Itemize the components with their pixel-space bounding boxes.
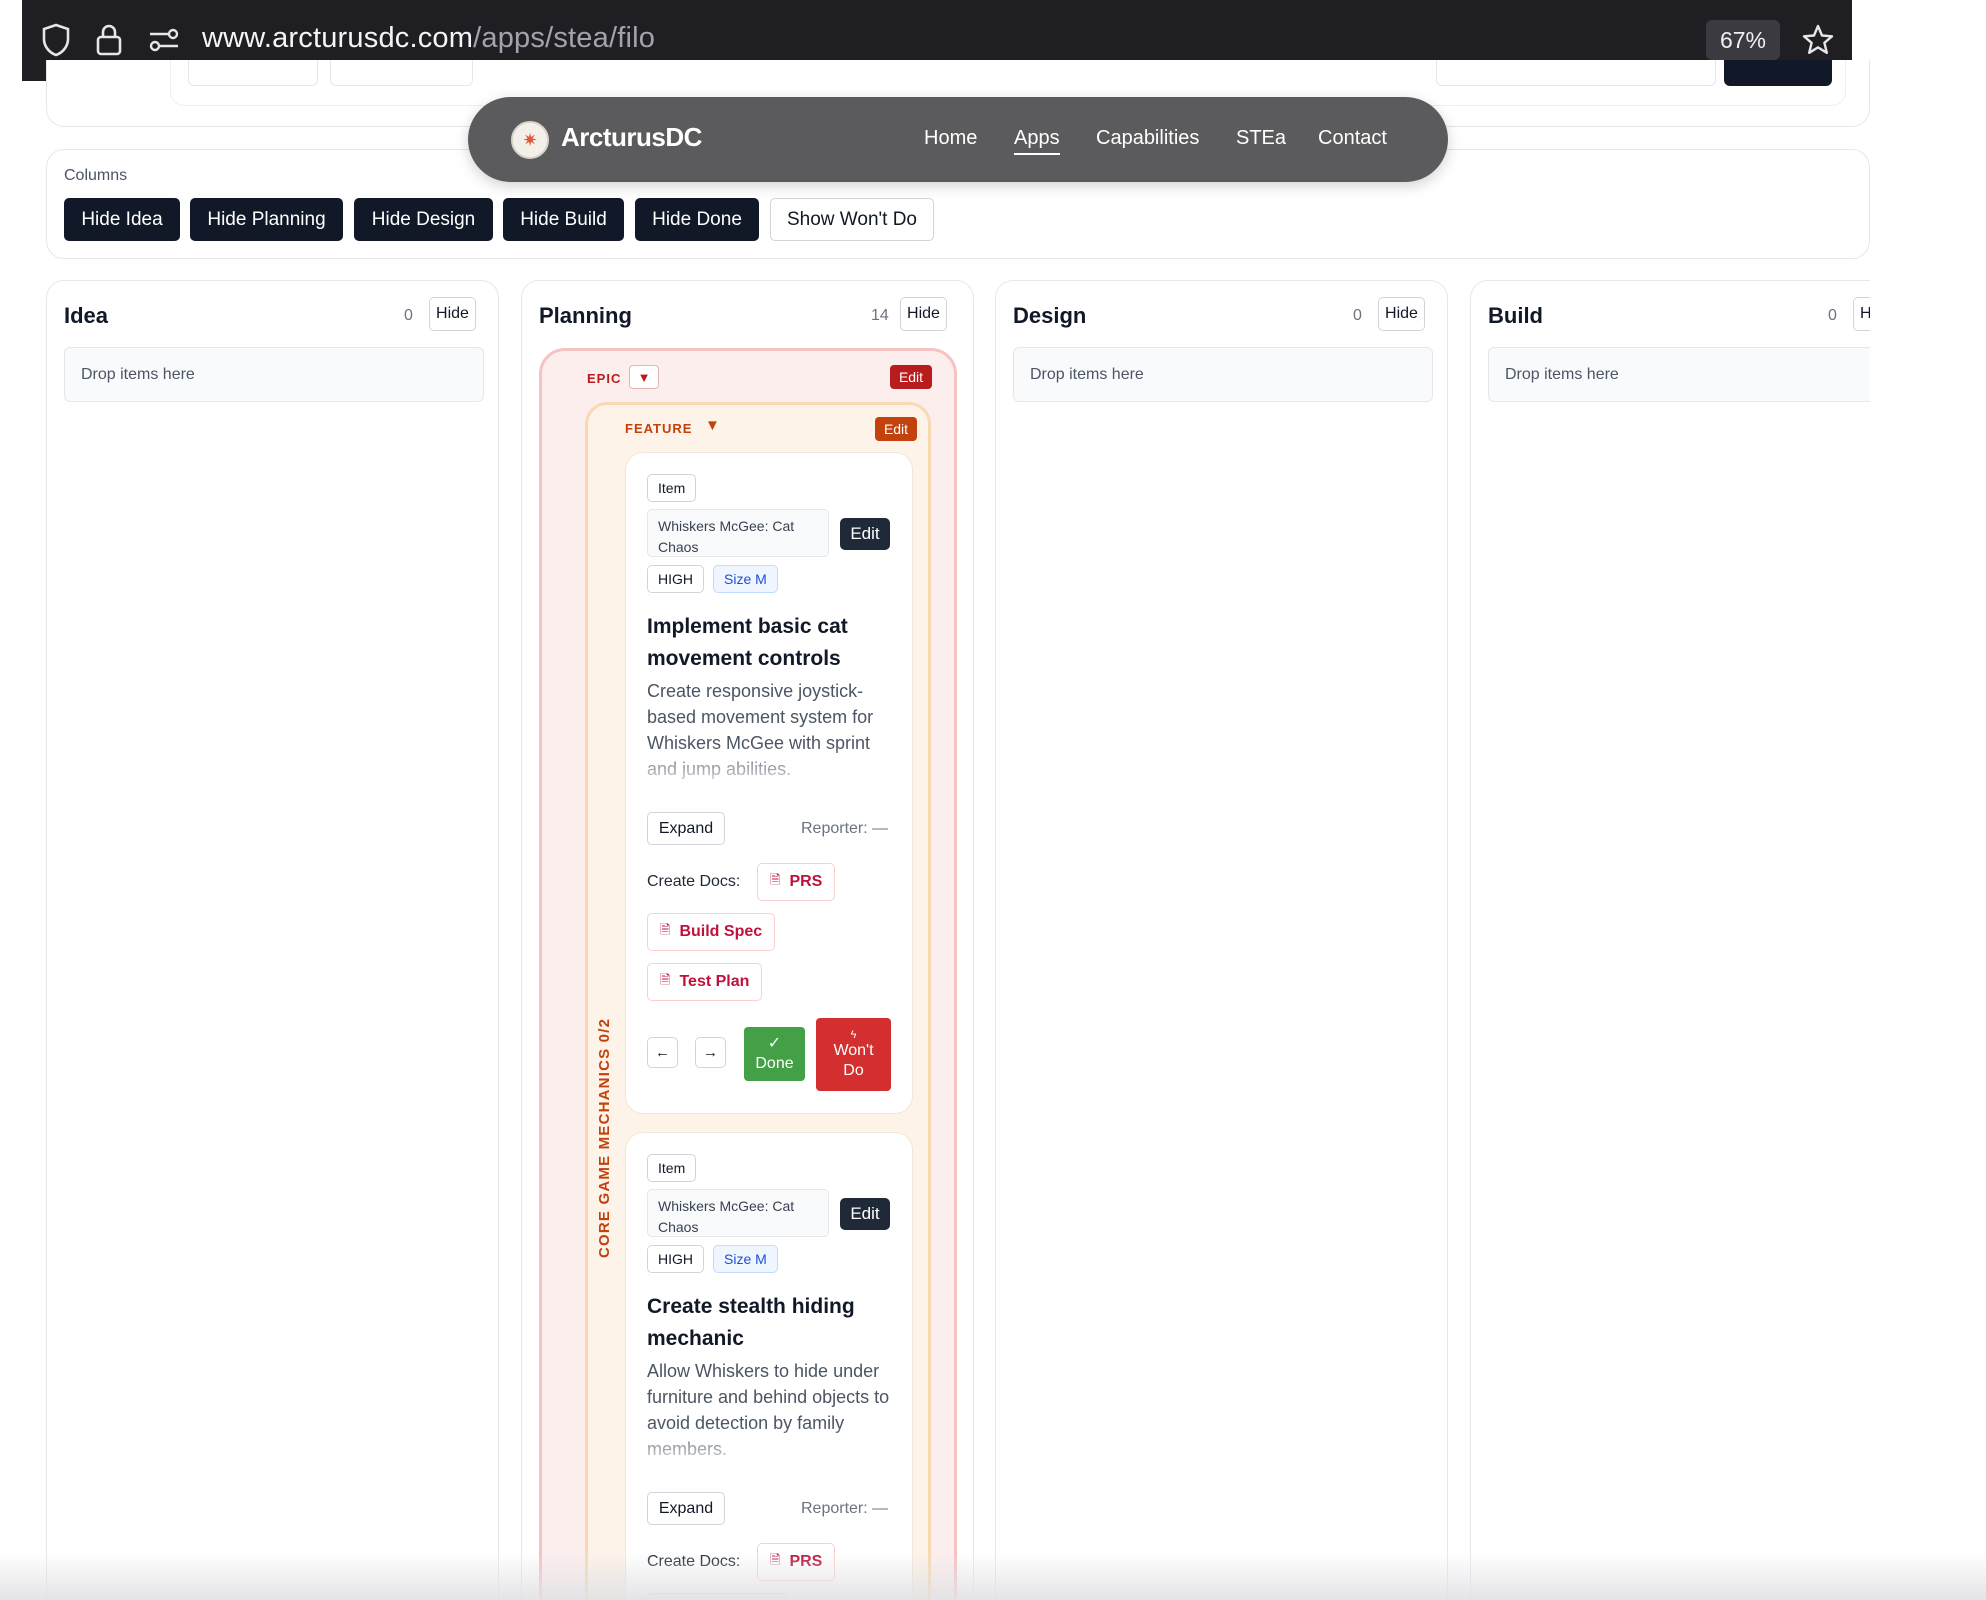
column-title: Planning: [539, 303, 632, 328]
wont-do-icon: ϟ: [850, 1028, 857, 1041]
doc-button-label: PRS: [789, 873, 823, 890]
search-field[interactable]: [1436, 60, 1716, 86]
page-settings-icon[interactable]: [144, 20, 184, 60]
create-prs-button[interactable]: 🗎 PRS: [757, 1543, 836, 1581]
expand-button[interactable]: Expand: [647, 812, 725, 845]
doc-button-label: PRS: [789, 1553, 823, 1570]
bookmark-star-icon[interactable]: [1798, 20, 1838, 60]
feature-label: FEATURE: [625, 421, 693, 436]
item-description: Allow Whiskers to hide under furniture a…: [647, 1361, 890, 1459]
column-hide-button[interactable]: Hide: [900, 297, 947, 331]
nav-capabilities-link[interactable]: Capabilities: [1096, 127, 1199, 150]
project-badge: Whiskers McGee: Cat Chaos: [647, 1189, 829, 1237]
lock-icon[interactable]: [89, 20, 129, 60]
create-docs-label: Create Docs:: [647, 873, 741, 890]
feature-collapse-toggle[interactable]: ▼: [705, 417, 720, 434]
brand-name[interactable]: ArcturusDC: [561, 122, 702, 153]
dropzone[interactable]: Drop items here: [64, 347, 484, 402]
item-edit-button[interactable]: Edit: [840, 518, 890, 550]
create-build-spec-button[interactable]: 🗎 Build Spec: [647, 913, 776, 951]
shield-icon[interactable]: [36, 20, 76, 60]
column-count: 0: [404, 307, 413, 324]
url-path: /apps/stea/filo: [473, 22, 656, 54]
column-build: Build 0 Hide Drop items here: [1470, 280, 1870, 1600]
site-navigation: ✷ ArcturusDC Home Apps Capabilities STEa…: [468, 97, 1448, 182]
filter-field[interactable]: [188, 60, 318, 86]
check-icon: ✓: [767, 1035, 782, 1052]
doc-button-label: Test Plan: [679, 973, 750, 990]
wont-do-label: Won't: [833, 1041, 874, 1059]
priority-badge: HIGH: [647, 565, 704, 593]
feature-name: CORE GAME MECHANICS 0/2: [596, 1017, 613, 1258]
item-card[interactable]: Item Whiskers McGee: Cat Chaos Edit HIGH…: [625, 452, 913, 1114]
create-prs-button[interactable]: 🗎 PRS: [757, 863, 836, 901]
column-count: 14: [871, 307, 889, 324]
move-right-button[interactable]: →: [695, 1037, 726, 1068]
column-idea: Idea 0 Hide Drop items here: [46, 280, 499, 1600]
create-doc-button[interactable]: [647, 1593, 787, 1600]
column-hide-button[interactable]: Hide: [429, 297, 476, 331]
item-title: Create stealth hiding mechanic: [647, 1295, 855, 1350]
feature-edit-button[interactable]: Edit: [875, 417, 917, 441]
address-bar[interactable]: www.arcturusdc.com/apps/stea/filo: [202, 22, 655, 55]
size-badge: Size M: [713, 565, 778, 593]
column-design: Design 0 Hide Drop items here: [995, 280, 1448, 1600]
doc-button-label: Build Spec: [679, 923, 763, 940]
size-badge: Size M: [713, 1245, 778, 1273]
hide-done-button[interactable]: Hide Done: [635, 198, 759, 241]
nav-home-link[interactable]: Home: [924, 127, 977, 150]
hide-idea-button[interactable]: Hide Idea: [64, 198, 180, 241]
item-card[interactable]: Item Whiskers McGee: Cat Chaos Edit HIGH…: [625, 1132, 913, 1600]
document-icon: 🗎: [770, 872, 781, 887]
nav-contact-link[interactable]: Contact: [1318, 127, 1387, 150]
dropzone[interactable]: Drop items here: [1013, 347, 1433, 402]
filter-apply-button[interactable]: [1724, 60, 1832, 86]
column-hide-button[interactable]: Hide: [1378, 297, 1425, 331]
hide-design-button[interactable]: Hide Design: [354, 198, 493, 241]
item-type-badge: Item: [647, 474, 697, 502]
hide-build-button[interactable]: Hide Build: [503, 198, 624, 241]
column-title: Idea: [64, 303, 109, 328]
mark-done-button[interactable]: ✓ Done: [744, 1027, 805, 1081]
zoom-level-button[interactable]: 67%: [1706, 20, 1780, 60]
epic-collapse-toggle[interactable]: ▼: [629, 365, 659, 389]
item-title: Implement basic cat movement controls: [647, 615, 848, 670]
document-icon: 🗎: [660, 922, 671, 937]
dropzone[interactable]: Drop items here: [1488, 347, 1870, 402]
reporter-label: Reporter: —: [801, 1500, 889, 1517]
column-title: Design: [1013, 303, 1087, 328]
priority-badge: HIGH: [647, 1245, 704, 1273]
filter-field[interactable]: [330, 60, 473, 86]
column-hide-button[interactable]: Hide: [1853, 297, 1870, 331]
expand-button[interactable]: Expand: [647, 1492, 725, 1525]
wont-do-button[interactable]: ϟ Won't Do: [816, 1018, 891, 1091]
move-left-button[interactable]: ←: [647, 1037, 678, 1068]
columns-label: Columns: [64, 167, 128, 184]
epic-label: EPIC: [587, 371, 622, 386]
column-count: 0: [1353, 307, 1362, 324]
item-description: Create responsive joystick-based movemen…: [647, 681, 874, 779]
document-icon: 🗎: [660, 972, 671, 987]
nav-apps-link[interactable]: Apps: [1014, 127, 1060, 155]
nav-stea-link[interactable]: STEa: [1236, 127, 1286, 150]
brand-logo-icon[interactable]: ✷: [511, 121, 549, 159]
create-docs-label: Create Docs:: [647, 1553, 741, 1570]
create-test-plan-button[interactable]: 🗎 Test Plan: [647, 963, 763, 1001]
done-label: Done: [755, 1055, 794, 1072]
column-count: 0: [1828, 307, 1837, 324]
reporter-label: Reporter: —: [801, 820, 889, 837]
wont-do-label: Do: [843, 1061, 864, 1079]
column-title: Build: [1488, 303, 1543, 328]
url-host: www.arcturusdc.com: [202, 22, 474, 54]
item-edit-button[interactable]: Edit: [840, 1198, 890, 1230]
item-type-badge: Item: [647, 1154, 697, 1182]
epic-edit-button[interactable]: Edit: [890, 365, 932, 389]
project-badge: Whiskers McGee: Cat Chaos: [647, 509, 829, 557]
show-wont-do-button[interactable]: Show Won't Do: [770, 198, 934, 241]
document-icon: 🗎: [770, 1552, 781, 1567]
hide-planning-button[interactable]: Hide Planning: [190, 198, 343, 241]
